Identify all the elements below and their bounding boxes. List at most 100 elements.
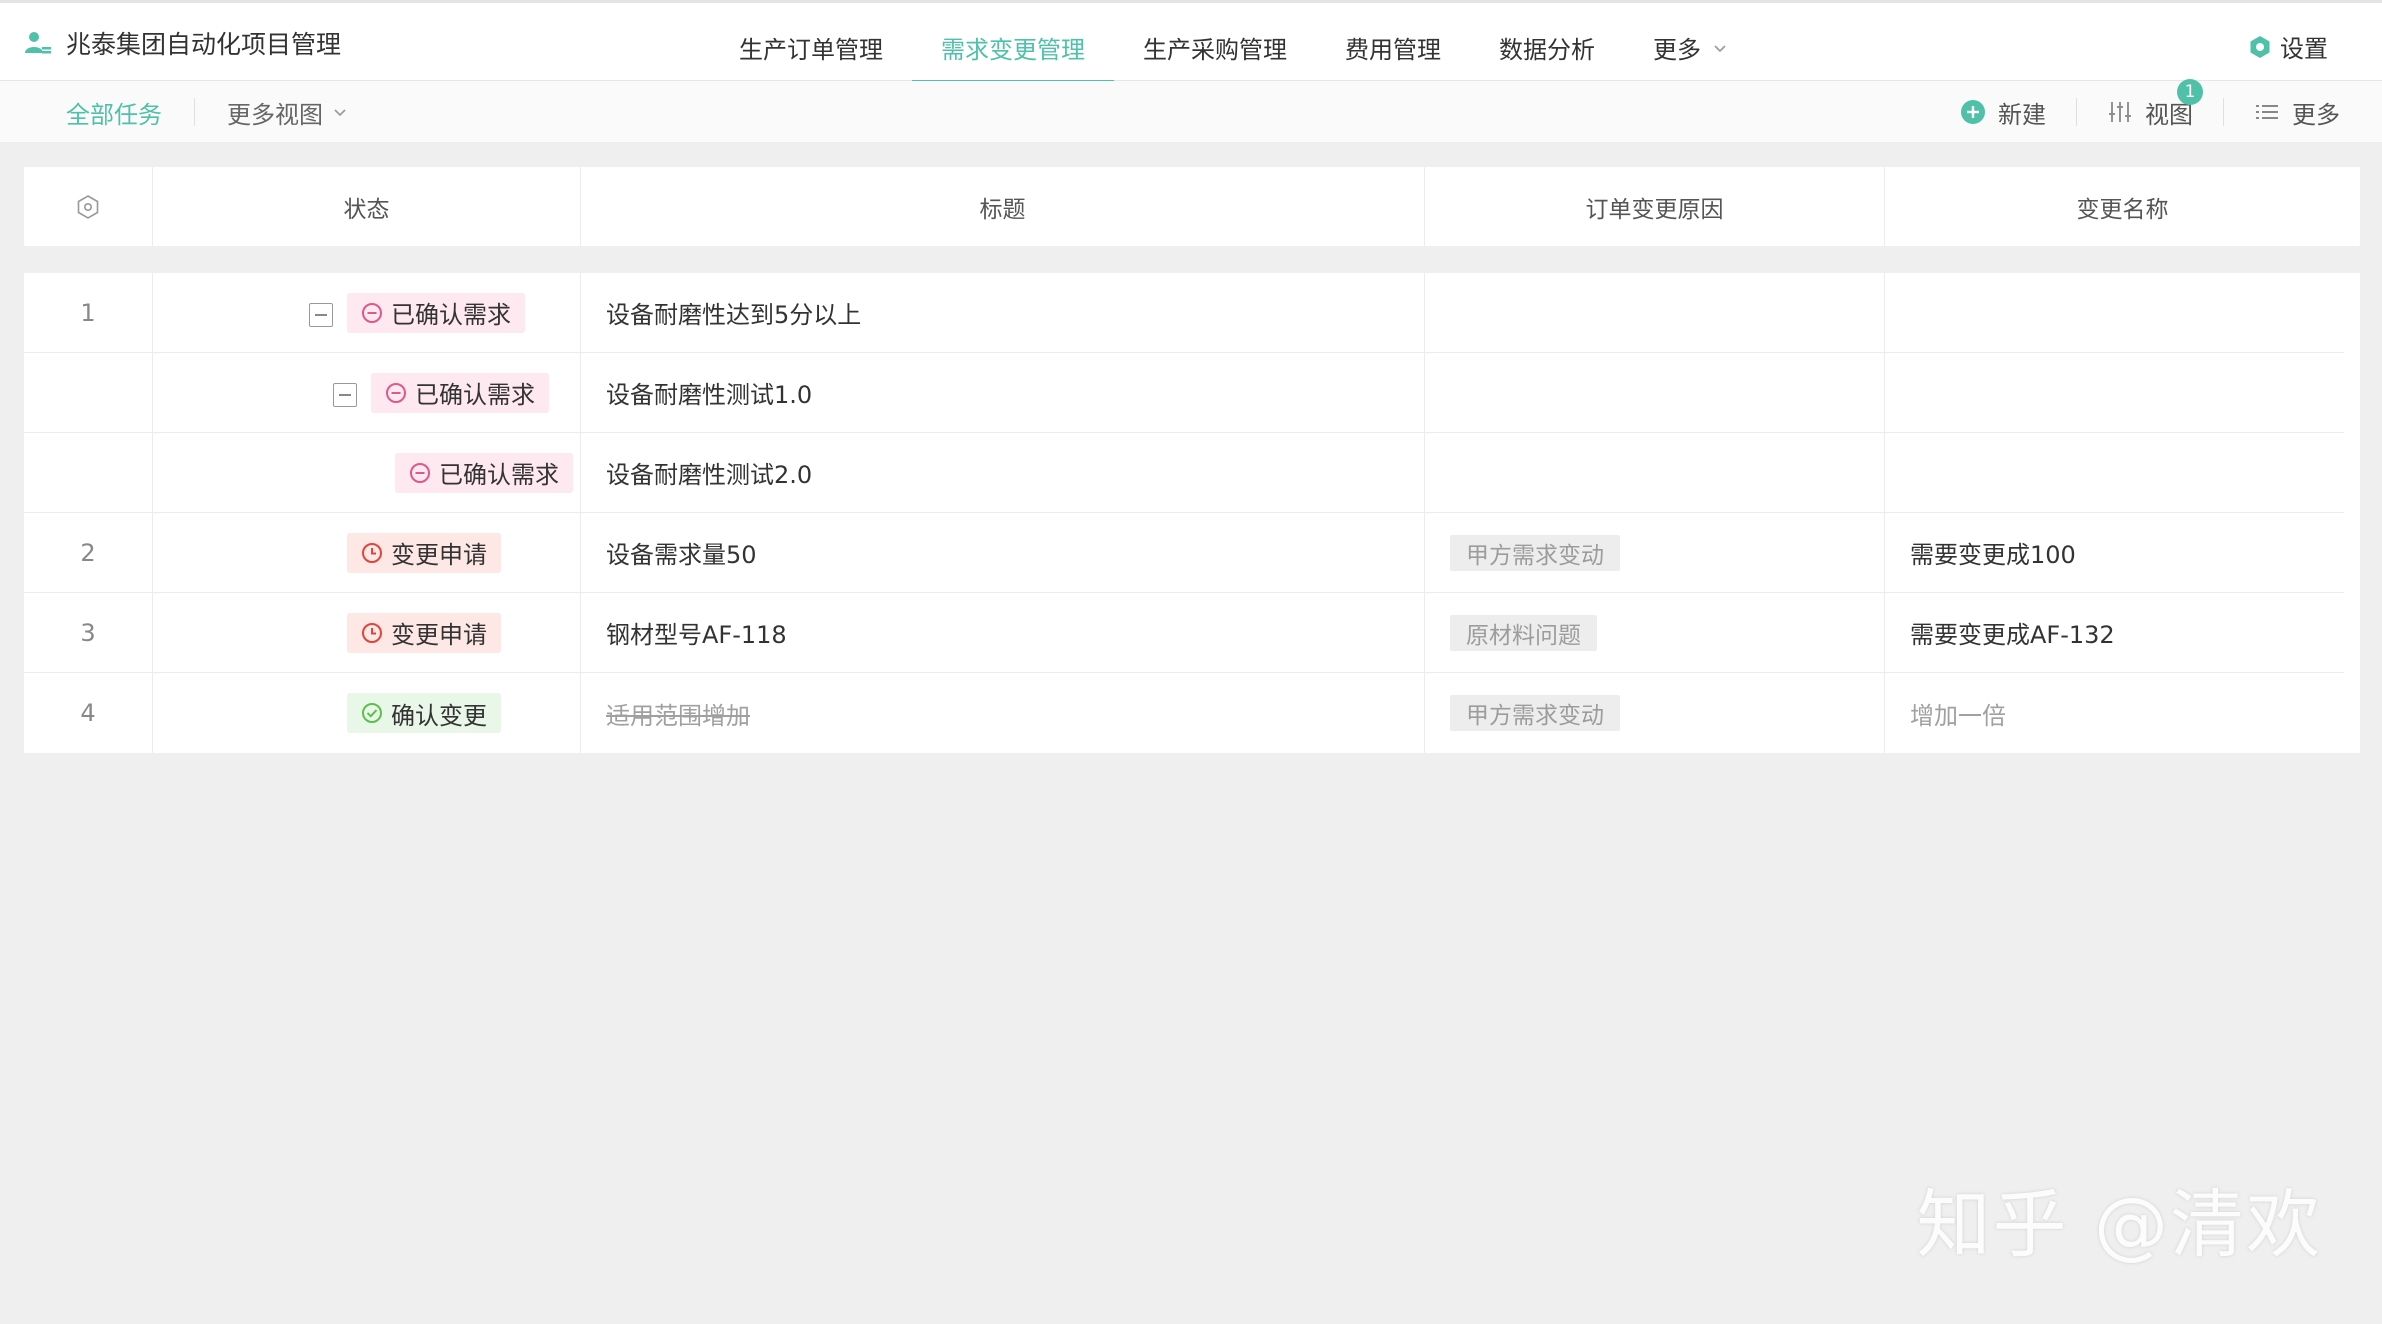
status-label: 变更申请 — [391, 541, 487, 569]
user-project-icon — [25, 32, 51, 54]
reason-cell[interactable] — [1425, 353, 1885, 432]
tab-more-views[interactable]: 更多视图 — [227, 95, 347, 130]
brand: 兆泰集团自动化项目管理 — [24, 23, 341, 63]
table-row[interactable]: 4 确认变更 适用范围增加 甲方需求变动 增加一倍 — [24, 673, 2344, 753]
title-cell[interactable]: 设备耐磨性达到5分以上 — [581, 273, 1425, 352]
top-header: 兆泰集团自动化项目管理 生产订单管理 需求变更管理 生产采购管理 费用管理 数据… — [0, 0, 2382, 85]
column-header-change-name[interactable]: 变更名称 — [1885, 167, 2360, 246]
nav-expenses[interactable]: 费用管理 — [1316, 3, 1470, 84]
table-row[interactable]: 已确认需求 设备耐磨性测试1.0 — [24, 353, 2344, 433]
reason-cell[interactable]: 原材料问题 — [1425, 593, 1885, 672]
column-header-title[interactable]: 标题 — [581, 167, 1425, 246]
change-name-cell[interactable]: 需要变更成AF-132 — [1885, 593, 2360, 672]
new-label: 新建 — [1998, 100, 2046, 129]
title-cell[interactable]: 适用范围增加 — [581, 673, 1425, 753]
reason-cell[interactable] — [1425, 273, 1885, 352]
nav-label: 更多 — [1653, 36, 1701, 64]
status-cell: 已确认需求 — [153, 273, 581, 352]
status-label: 确认变更 — [391, 701, 487, 730]
row-index: 3 — [24, 593, 153, 672]
change-name-cell[interactable] — [1885, 353, 2360, 432]
status-label: 已确认需求 — [415, 381, 535, 409]
view-toolbar: 全部任务 更多视图 新建 视图 1 更多 — [0, 78, 2382, 143]
table-body: 1 已确认需求 设备耐磨性达到5分以上 已确认需求 设备耐磨性测试1.0 已确认… — [24, 273, 2360, 753]
change-name-cell[interactable]: 需要变更成100 — [1885, 513, 2360, 592]
column-settings[interactable] — [24, 167, 153, 246]
plus-circle-icon — [1961, 100, 1985, 124]
row-index: 2 — [24, 513, 153, 592]
row-index — [24, 433, 153, 512]
status-badge[interactable]: 已确认需求 — [371, 372, 549, 413]
nav-data-analysis[interactable]: 数据分析 — [1470, 3, 1624, 84]
main-nav: 生产订单管理 需求变更管理 生产采购管理 费用管理 数据分析 更多 — [710, 3, 1756, 85]
column-header-reason[interactable]: 订单变更原因 — [1425, 167, 1885, 246]
brand-title: 兆泰集团自动化项目管理 — [66, 30, 342, 59]
table-row[interactable]: 已确认需求 设备耐磨性测试2.0 — [24, 433, 2344, 513]
nav-label: 数据分析 — [1499, 36, 1595, 64]
status-badge[interactable]: 变更申请 — [347, 612, 501, 653]
watermark: 知乎 @清欢 — [1916, 1182, 2322, 1268]
column-settings-icon — [77, 194, 99, 219]
table-row[interactable]: 3 变更申请 钢材型号AF-118 原材料问题 需要变更成AF-132 — [24, 593, 2344, 673]
tab-all-tasks[interactable]: 全部任务 — [66, 95, 162, 130]
change-name-cell[interactable] — [1885, 433, 2360, 512]
change-name-cell[interactable]: 增加一倍 — [1885, 673, 2360, 753]
settings-label: 设置 — [2280, 35, 2328, 63]
nav-requirement-change[interactable]: 需求变更管理 — [912, 3, 1114, 85]
sliders-icon — [2109, 102, 2131, 122]
minus-circle-icon — [410, 462, 430, 483]
title-cell[interactable]: 钢材型号AF-118 — [581, 593, 1425, 672]
collapse-toggle[interactable] — [333, 382, 357, 407]
minus-circle-icon — [386, 382, 406, 403]
nav-procurement[interactable]: 生产采购管理 — [1114, 3, 1316, 84]
title-cell[interactable]: 设备耐磨性测试1.0 — [581, 353, 1425, 432]
divider — [2223, 98, 2224, 126]
status-label: 变更申请 — [391, 621, 487, 649]
clock-icon — [362, 622, 382, 643]
more-button[interactable]: 更多 — [2254, 95, 2340, 130]
status-badge[interactable]: 确认变更 — [347, 693, 501, 733]
reason-tag: 甲方需求变动 — [1450, 695, 1620, 731]
status-badge[interactable]: 已确认需求 — [395, 452, 573, 493]
collapse-toggle[interactable] — [309, 302, 333, 327]
status-cell: 已确认需求 — [153, 353, 581, 432]
status-cell: 确认变更 — [153, 673, 581, 753]
clock-icon — [362, 542, 382, 563]
table-row[interactable]: 2 变更申请 设备需求量50 甲方需求变动 需要变更成100 — [24, 513, 2344, 593]
nav-label: 生产订单管理 — [739, 36, 883, 64]
divider — [2076, 98, 2077, 126]
row-index — [24, 353, 153, 432]
status-label: 已确认需求 — [439, 461, 559, 489]
new-button[interactable]: 新建 — [1960, 95, 2046, 130]
status-cell: 变更申请 — [153, 513, 581, 592]
view-button[interactable]: 视图 1 — [2107, 78, 2203, 130]
status-cell: 变更申请 — [153, 593, 581, 672]
nav-more[interactable]: 更多 — [1624, 3, 1756, 84]
reason-cell[interactable] — [1425, 433, 1885, 512]
more-label: 更多 — [2292, 100, 2340, 129]
minus-circle-icon — [362, 302, 382, 323]
title-cell[interactable]: 设备耐磨性测试2.0 — [581, 433, 1425, 512]
table-header: 状态 标题 订单变更原因 变更名称 — [24, 167, 2360, 246]
table-row[interactable]: 1 已确认需求 设备耐磨性达到5分以上 — [24, 273, 2344, 353]
nav-label: 需求变更管理 — [941, 36, 1085, 64]
nav-label: 生产采购管理 — [1143, 36, 1287, 64]
change-name-cell[interactable] — [1885, 273, 2360, 352]
row-index: 4 — [24, 673, 153, 753]
nav-production-orders[interactable]: 生产订单管理 — [710, 3, 912, 84]
reason-cell[interactable]: 甲方需求变动 — [1425, 513, 1885, 592]
list-icon — [2256, 105, 2278, 119]
reason-tag: 甲方需求变动 — [1450, 534, 1620, 571]
status-badge[interactable]: 已确认需求 — [347, 292, 525, 333]
view-count-badge: 1 — [2177, 78, 2203, 105]
status-badge[interactable]: 变更申请 — [347, 532, 501, 573]
status-cell: 已确认需求 — [153, 433, 581, 512]
title-cell[interactable]: 设备需求量50 — [581, 513, 1425, 592]
settings-button[interactable]: 设置 — [2248, 29, 2328, 64]
column-header-status[interactable]: 状态 — [153, 167, 581, 246]
tab-label: 全部任务 — [66, 100, 162, 129]
reason-cell[interactable]: 甲方需求变动 — [1425, 673, 1885, 753]
gear-icon — [2250, 35, 2270, 58]
chevron-down-icon — [334, 109, 346, 117]
status-label: 已确认需求 — [391, 301, 511, 329]
